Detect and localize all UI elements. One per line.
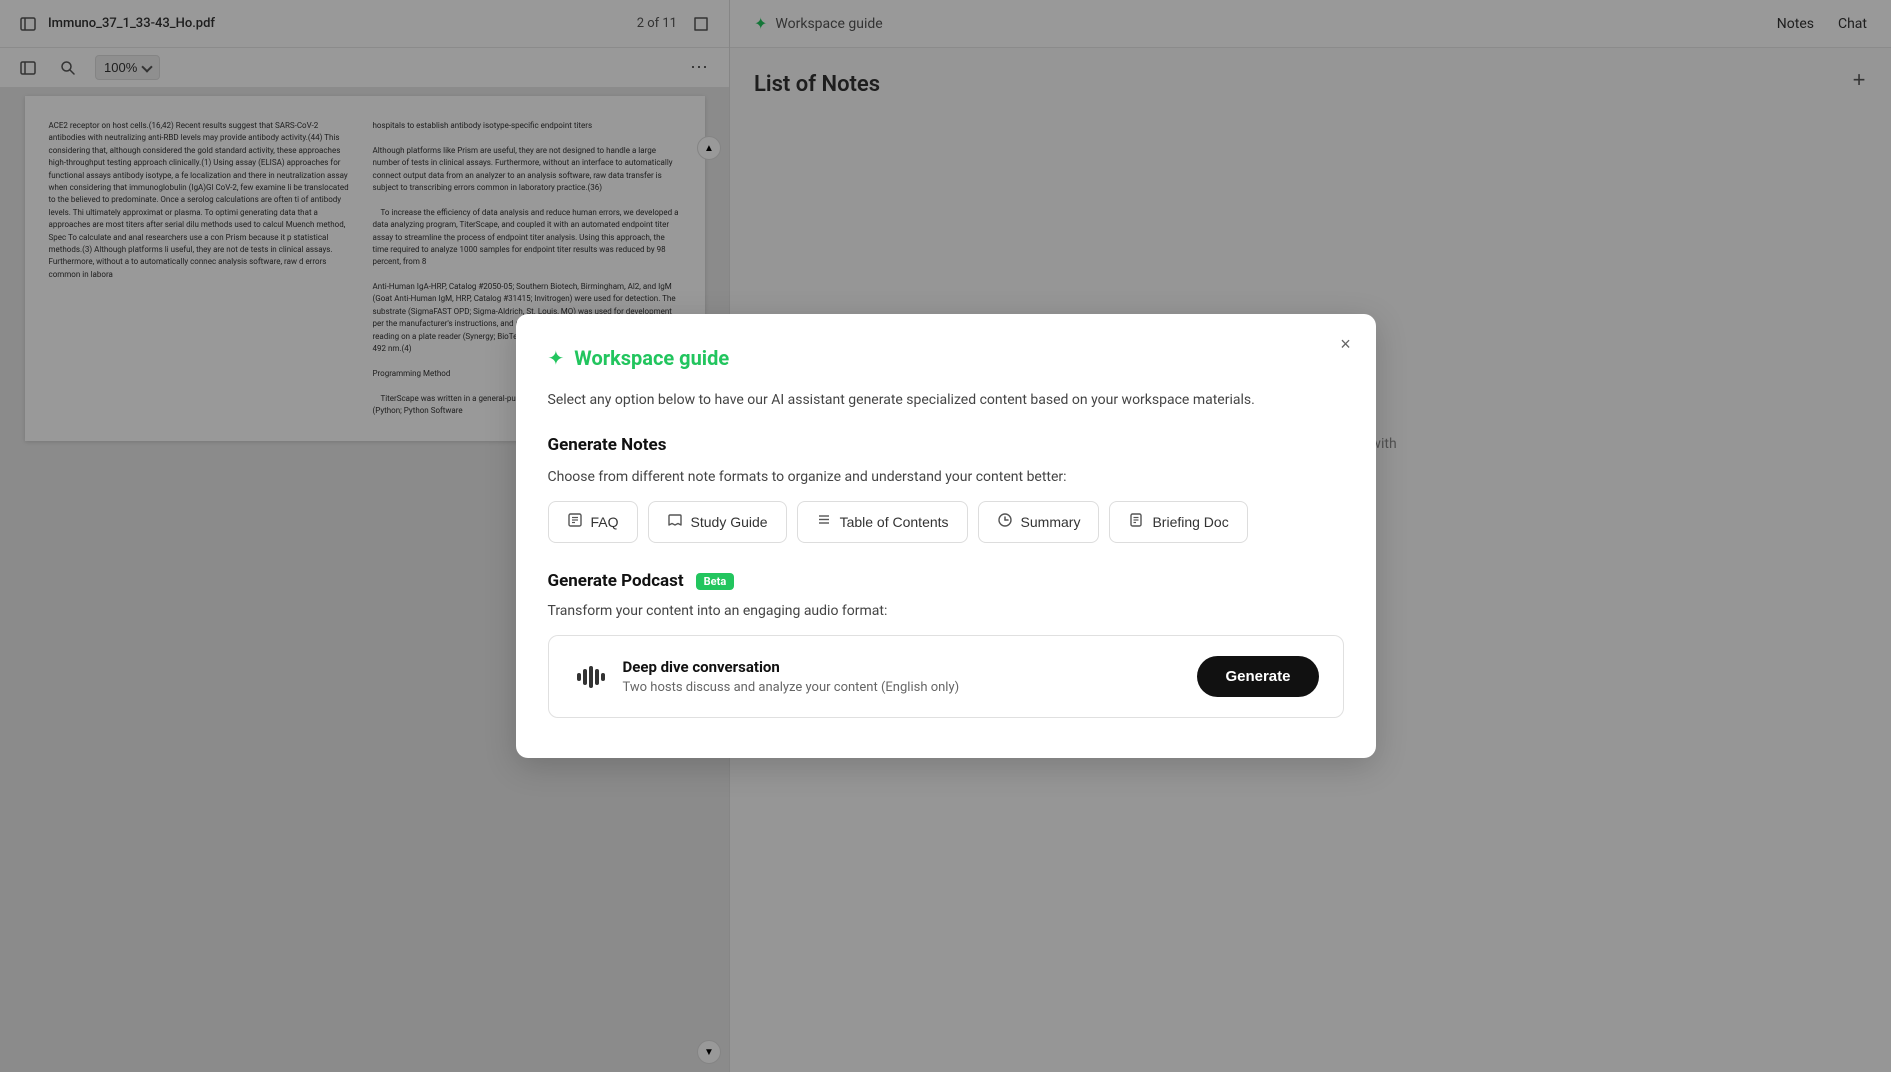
- audio-wave-icon: [573, 659, 609, 695]
- study-guide-label: Study Guide: [691, 514, 768, 530]
- podcast-card-title: Deep dive conversation: [623, 658, 960, 676]
- summary-option-button[interactable]: Summary: [978, 501, 1100, 543]
- faq-label: FAQ: [591, 514, 619, 530]
- study-guide-icon: [667, 512, 683, 532]
- workspace-guide-modal: × ✦ Workspace guide Select any option be…: [516, 314, 1376, 758]
- table-of-contents-option-button[interactable]: Table of Contents: [797, 501, 968, 543]
- study-guide-option-button[interactable]: Study Guide: [648, 501, 787, 543]
- modal-header: ✦ Workspace guide: [548, 346, 1344, 370]
- summary-icon: [997, 512, 1013, 532]
- note-options: FAQ Study Guide: [548, 501, 1344, 543]
- podcast-card-info: Deep dive conversation Two hosts discuss…: [623, 658, 960, 695]
- generate-notes-title: Generate Notes: [548, 435, 1344, 455]
- app-container: Immuno_37_1_33-43_Ho.pdf 2 of 11: [0, 0, 1891, 1072]
- podcast-header: Generate Podcast Beta: [548, 571, 1344, 591]
- summary-label: Summary: [1021, 514, 1081, 530]
- podcast-card: Deep dive conversation Two hosts discuss…: [548, 635, 1344, 718]
- faq-icon: [567, 512, 583, 532]
- table-of-contents-label: Table of Contents: [840, 514, 949, 530]
- modal-description: Select any option below to have our AI a…: [548, 390, 1344, 411]
- modal-sparkle-icon: ✦: [548, 346, 565, 370]
- briefing-doc-icon: [1128, 512, 1144, 532]
- briefing-doc-label: Briefing Doc: [1152, 514, 1228, 530]
- table-of-contents-icon: [816, 512, 832, 532]
- faq-option-button[interactable]: FAQ: [548, 501, 638, 543]
- modal-overlay[interactable]: × ✦ Workspace guide Select any option be…: [0, 0, 1891, 1072]
- podcast-description: Transform your content into an engaging …: [548, 603, 1344, 619]
- beta-badge: Beta: [696, 573, 735, 590]
- podcast-section: Generate Podcast Beta Transform your con…: [548, 571, 1344, 718]
- briefing-doc-option-button[interactable]: Briefing Doc: [1109, 501, 1247, 543]
- podcast-card-left: Deep dive conversation Two hosts discuss…: [573, 658, 960, 695]
- generate-podcast-title: Generate Podcast: [548, 571, 684, 591]
- podcast-card-subtitle: Two hosts discuss and analyze your conte…: [623, 680, 960, 695]
- generate-podcast-button[interactable]: Generate: [1197, 656, 1318, 697]
- generate-notes-subtitle: Choose from different note formats to or…: [548, 469, 1344, 485]
- modal-close-button[interactable]: ×: [1332, 330, 1360, 358]
- modal-title: Workspace guide: [574, 346, 729, 370]
